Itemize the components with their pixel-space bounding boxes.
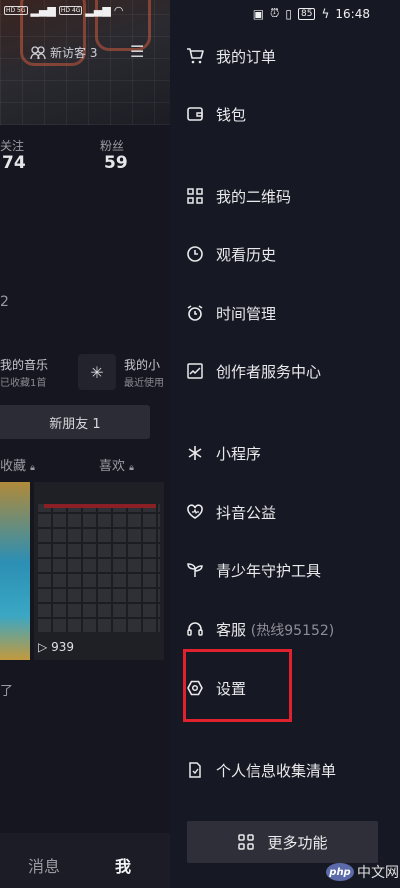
drawer-item-label: 青少年守护工具	[216, 561, 322, 580]
qrcode-icon	[187, 188, 203, 204]
drawer-item-time-management[interactable]: 时间管理	[186, 293, 391, 333]
more-features-label: 更多功能	[267, 833, 328, 852]
doc-icon	[189, 762, 201, 778]
drawer-item-label: 创作者服务中心	[216, 362, 322, 381]
tab-likes-label: 喜欢	[99, 459, 126, 474]
drawer-item-youth-protection[interactable]: 青少年守护工具	[186, 550, 391, 590]
my-music-subtitle: 已收藏1首	[0, 378, 47, 389]
wifi-icon: ◠	[113, 4, 124, 17]
drawer-item-label: 观看历史	[216, 245, 277, 264]
watermark-text: 中文网	[357, 865, 399, 881]
bottom-nav-bar	[0, 833, 170, 888]
alarm-off-icon: ⏰︎	[270, 6, 280, 20]
drawer-item-label: 我的二维码	[216, 187, 292, 206]
partial-count: 2	[0, 294, 9, 310]
clock-time: 16:48	[335, 6, 370, 21]
play-count-value: 939	[51, 640, 74, 654]
trailing-text: 了	[0, 684, 14, 699]
tab-collect[interactable]: 收藏 🔒︎	[0, 455, 35, 474]
cart-icon	[187, 48, 204, 64]
drawer-item-label: 抖音公益	[216, 503, 277, 522]
new-friends-button[interactable]: 新朋友 1	[0, 405, 150, 439]
asterisk-icon	[188, 446, 202, 460]
drawer-item-qrcode[interactable]: 我的二维码	[186, 176, 391, 216]
drawer-item-creator-center[interactable]: 创作者服务中心	[186, 351, 391, 391]
new-visitors-button[interactable]: 新访客 3	[30, 44, 97, 61]
drawer-item-customer-service[interactable]: 客服 (热线95152)	[186, 609, 391, 649]
alarm-icon	[187, 305, 203, 321]
drawer-item-label: 钱包	[216, 105, 247, 124]
battery-icon: 85	[298, 7, 316, 20]
signal-indicators: HD 5G ▂▄▆ HD 4G ▂▄▆ ◠	[4, 4, 123, 17]
drawer-item-label: 我的订单	[216, 47, 277, 66]
my-music-title[interactable]: 我的音乐	[0, 356, 48, 373]
signal-icon: ▂▄▆	[30, 4, 56, 17]
wallet-icon	[187, 107, 203, 121]
sim2-badge: HD 4G	[58, 6, 83, 15]
grid-icon	[238, 834, 255, 850]
nfc-icon: ▣	[252, 6, 265, 21]
system-indicators: ▣ ⏰︎ ▯ 85 ϟ 16:48	[253, 6, 370, 21]
signal-icon: ▂▄▆	[85, 4, 111, 17]
followers-count[interactable]: 59	[104, 153, 128, 173]
php-logo: php	[326, 863, 354, 881]
mini-program-title[interactable]: 我的小	[124, 356, 160, 373]
following-label: 关注	[0, 139, 25, 153]
drawer-item-label: 个人信息收集清单	[216, 761, 337, 780]
video-thumbnail[interactable]	[34, 482, 164, 660]
drawer-item-mini-programs[interactable]: 小程序	[186, 433, 391, 473]
hotline-hint: (热线95152)	[250, 622, 335, 639]
visitors-icon	[30, 45, 46, 59]
lock-icon: 🔒︎	[129, 463, 134, 473]
following-count[interactable]: 74	[2, 153, 26, 173]
mini-program-subtitle: 最近使用	[124, 378, 164, 389]
tab-likes[interactable]: 喜欢 🔒︎	[99, 455, 134, 474]
drawer-item-personal-info-list[interactable]: 个人信息收集清单	[186, 750, 391, 790]
nav-messages[interactable]: 消息	[28, 853, 60, 877]
sim1-badge: HD 5G	[4, 6, 28, 15]
drawer-item-label: 时间管理	[216, 304, 277, 323]
status-bar: HD 5G ▂▄▆ HD 4G ▂▄▆ ◠ ▣ ⏰︎ ▯ 85 ϟ 16:48	[0, 0, 400, 28]
visitors-label: 新访客 3	[50, 46, 98, 60]
clock-icon	[187, 246, 203, 262]
play-icon: ▷	[38, 640, 48, 654]
play-count: ▷ 939	[38, 640, 74, 654]
headset-icon	[187, 622, 203, 636]
vibrate-icon: ▯	[285, 6, 293, 21]
lock-icon: 🔒︎	[30, 463, 35, 473]
mini-program-icon[interactable]: ✳	[78, 354, 116, 390]
charging-icon: ϟ	[321, 6, 330, 21]
settings-highlight-box	[183, 649, 292, 722]
drawer-item-wallet[interactable]: 钱包	[186, 94, 391, 134]
drawer-item-history[interactable]: 观看历史	[186, 234, 391, 274]
more-features-button[interactable]: 更多功能	[187, 821, 378, 863]
tab-collect-label: 收藏	[0, 459, 27, 474]
hamburger-menu-icon[interactable]: ☰	[130, 42, 144, 61]
drawer-item-label: 客服 (热线95152)	[216, 620, 335, 639]
drawer-item-orders[interactable]: 我的订单	[186, 36, 391, 76]
nav-me[interactable]: 我	[115, 853, 131, 877]
video-thumbnail[interactable]	[0, 482, 30, 660]
heart-icon	[187, 504, 203, 519]
watermark: php 中文网	[326, 862, 399, 882]
drawer-item-charity[interactable]: 抖音公益	[186, 492, 391, 532]
followers-label: 粉丝	[100, 139, 125, 153]
chart-icon	[187, 363, 203, 379]
sprout-icon	[187, 563, 203, 577]
drawer-item-label: 小程序	[216, 444, 262, 463]
